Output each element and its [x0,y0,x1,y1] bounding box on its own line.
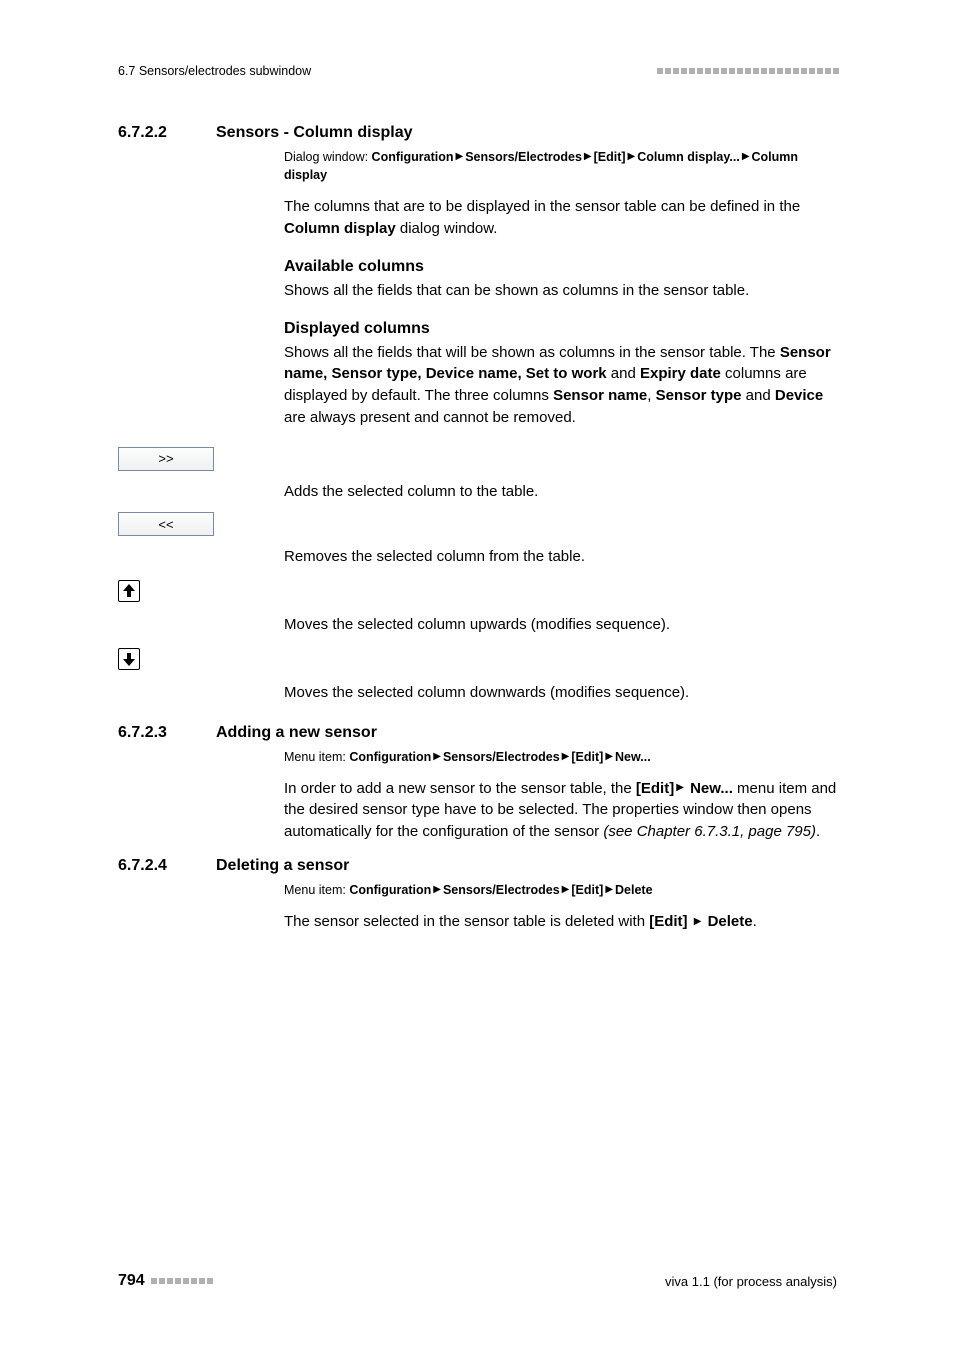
triangle-icon: ▶ [626,151,638,162]
section-title: Adding a new sensor [216,724,377,742]
page-header: 6.7 Sensors/electrodes subwindow [118,64,839,78]
text: The sensor selected in the sensor table … [284,913,649,930]
section-6-7-2-3-heading: 6.7.2.3 Adding a new sensor [118,724,839,742]
content: 6.7.2.2 Sensors - Column display Dialog … [118,124,839,933]
triangle-icon: ▶ [431,751,443,762]
add-column-row: >> Adds the selected column to the table… [118,447,839,503]
path-part: Configuration [372,150,454,164]
triangle-icon: ▶ [603,751,615,762]
text-bold: Device [775,387,823,404]
section-6-7-2-4-heading: 6.7.2.4 Deleting a sensor [118,857,839,875]
text-bold: Expiry date [640,365,721,382]
triangle-icon: ▶ [560,751,572,762]
section-6-7-2-3-body: Menu item: Configuration▶Sensors/Electro… [284,748,839,843]
add-sensor-paragraph: In order to add a new sensor to the sens… [284,778,839,843]
text: In order to add a new sensor to the sens… [284,780,636,797]
text-bold: [Edit] [636,780,674,797]
add-column-description: Adds the selected column to the table. [284,447,839,503]
remove-column-button[interactable]: << [118,512,214,536]
text: are always present and cannot be removed… [284,409,576,426]
delete-sensor-paragraph: The sensor selected in the sensor table … [284,911,839,933]
move-down-description: Moves the selected column downwards (mod… [284,648,839,704]
intro-paragraph: The columns that are to be displayed in … [284,196,839,240]
triangle-icon: ▶ [582,151,594,162]
path-part: Sensors/Electrodes [465,150,582,164]
button-image-cell [118,580,216,602]
header-decorative-squares [657,68,839,74]
text: . [753,913,757,930]
path-part: Configuration [349,883,431,897]
available-columns-heading: Available columns [284,258,839,276]
path-part: [Edit] [571,750,603,764]
footer-left: 794 [118,1272,213,1290]
dialog-path: Dialog window: Configuration▶Sensors/Ele… [284,148,839,184]
path-part: Delete [615,883,653,897]
section-number: 6.7.2.2 [118,124,216,142]
page: 6.7 Sensors/electrodes subwindow 6.7.2.2… [0,0,954,1350]
text-bold: New... [690,780,733,797]
path-part: Sensors/Electrodes [443,883,560,897]
triangle-icon: ▶ [674,782,686,793]
section-6-7-2-4-body: Menu item: Configuration▶Sensors/Electro… [284,881,839,933]
page-footer: 794 viva 1.1 (for process analysis) [118,1272,837,1290]
header-left-text: 6.7 Sensors/electrodes subwindow [118,64,311,78]
path-prefix: Menu item: [284,750,349,764]
text: The columns that are to be displayed in … [284,198,800,215]
button-image-cell: >> [118,447,216,471]
displayed-columns-text: Shows all the fields that will be shown … [284,342,839,429]
text: . [816,823,820,840]
text: Shows all the fields that will be shown … [284,344,780,361]
section-number: 6.7.2.3 [118,724,216,742]
arrow-up-icon [123,584,135,598]
triangle-icon: ▶ [431,884,443,895]
add-column-button[interactable]: >> [118,447,214,471]
remove-column-description: Removes the selected column from the tab… [284,512,839,568]
section-title: Deleting a sensor [216,857,349,875]
footer-right-text: viva 1.1 (for process analysis) [665,1274,837,1289]
move-up-row: Moves the selected column upwards (modif… [118,580,839,636]
text-bold: [Edit] [649,913,687,930]
path-part: Column display... [637,150,740,164]
triangle-icon: ▶ [603,884,615,895]
path-prefix: Dialog window: [284,150,372,164]
section-6-7-2-2-heading: 6.7.2.2 Sensors - Column display [118,124,839,142]
text: dialog window. [396,220,498,237]
move-up-button[interactable] [118,580,140,602]
text-bold: Column display [284,220,396,237]
move-down-row: Moves the selected column downwards (mod… [118,648,839,704]
menu-path: Menu item: Configuration▶Sensors/Electro… [284,881,839,899]
section-title: Sensors - Column display [216,124,412,142]
section-6-7-2-2-body: Dialog window: Configuration▶Sensors/Ele… [284,148,839,429]
available-columns-text: Shows all the fields that can be shown a… [284,280,839,302]
path-part: New... [615,750,651,764]
text-italic: (see Chapter 6.7.3.1, page 795) [603,823,816,840]
path-part: [Edit] [571,883,603,897]
displayed-columns-heading: Displayed columns [284,320,839,338]
button-image-cell: << [118,512,216,536]
footer-decorative-squares [151,1278,213,1284]
triangle-icon: ▶ [560,884,572,895]
triangle-icon: ▶ [692,916,704,927]
section-number: 6.7.2.4 [118,857,216,875]
menu-path: Menu item: Configuration▶Sensors/Electro… [284,748,839,766]
text: and [742,387,775,404]
path-part: Sensors/Electrodes [443,750,560,764]
triangle-icon: ▶ [740,151,752,162]
triangle-icon: ▶ [453,151,465,162]
path-prefix: Menu item: [284,883,349,897]
text-bold: Sensor type [656,387,742,404]
remove-column-row: << Removes the selected column from the … [118,512,839,568]
text-bold: Delete [708,913,753,930]
page-number: 794 [118,1272,145,1290]
path-part: [Edit] [594,150,626,164]
text-bold: Sensor name [553,387,647,404]
button-image-cell [118,648,216,670]
text: and [607,365,640,382]
arrow-down-icon [123,652,135,666]
move-down-button[interactable] [118,648,140,670]
text: , [647,387,655,404]
path-part: Configuration [349,750,431,764]
move-up-description: Moves the selected column upwards (modif… [284,580,839,636]
